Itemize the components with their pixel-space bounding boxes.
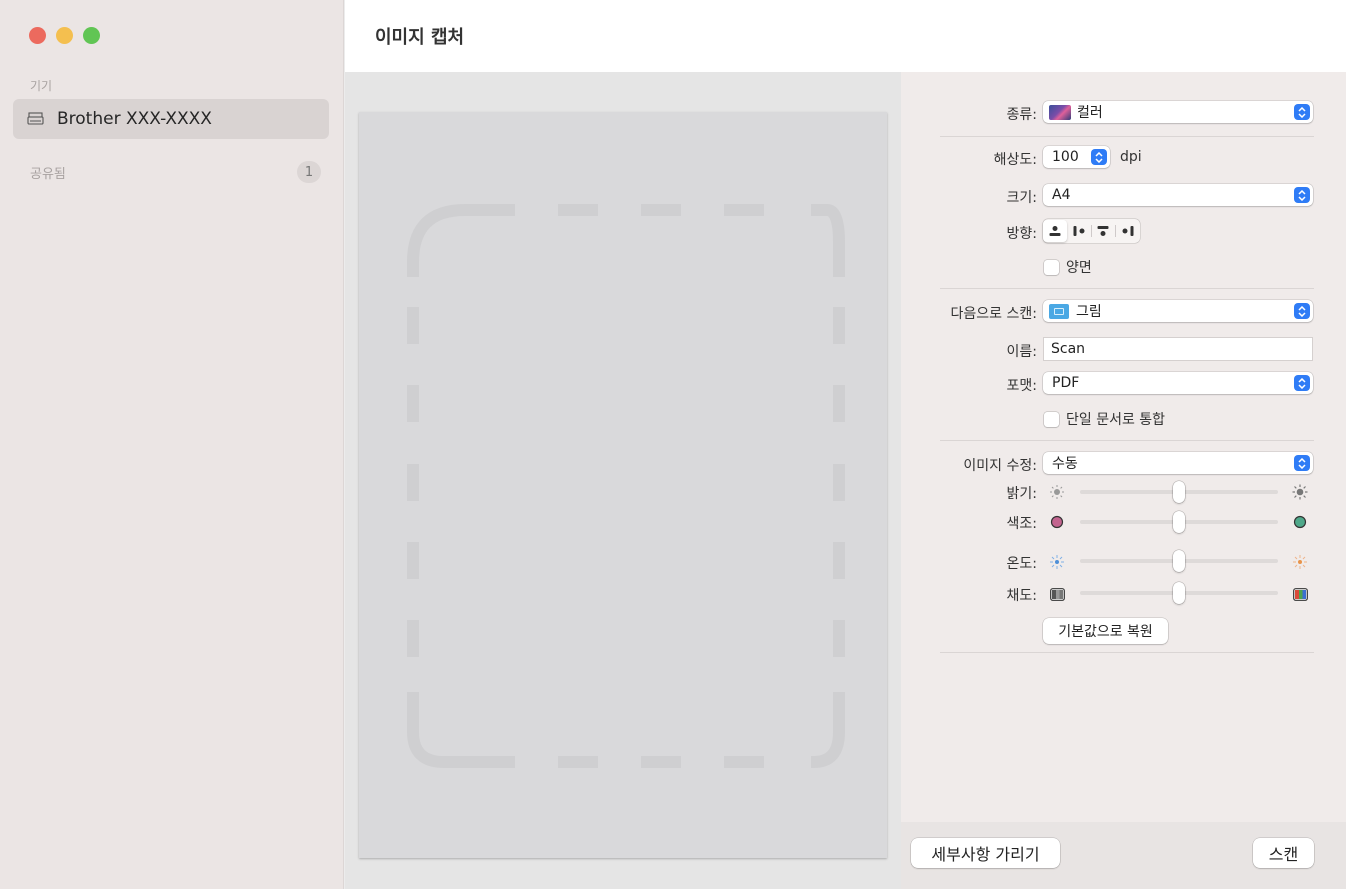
restore-defaults-button[interactable]: 기본값으로 복원 (1043, 618, 1168, 644)
size-popup[interactable]: A4 (1043, 184, 1313, 206)
saturation-label: 채도: (1006, 588, 1037, 604)
hide-details-button[interactable]: 세부사항 가리기 (911, 838, 1060, 868)
shared-count-badge: 1 (297, 161, 321, 183)
temperature-label: 온도: (1006, 556, 1037, 572)
kind-popup[interactable]: 컬러 (1043, 101, 1313, 123)
resolution-value: 100 (1052, 149, 1079, 165)
orientation-left-icon[interactable] (1116, 220, 1140, 242)
name-label: 이름: (1006, 344, 1037, 360)
format-label: 포맷: (1006, 378, 1037, 394)
orientation-label: 방향: (1006, 226, 1037, 242)
brightness-high-icon (1292, 484, 1308, 500)
title-bar: 이미지 캡처 (345, 0, 1346, 72)
scan-region-placeholder-icon (407, 204, 845, 768)
devices-header: 기기 (30, 79, 53, 93)
brightness-label: 밝기: (1006, 486, 1037, 502)
device-name: Brother XXX-XXXX (57, 109, 212, 129)
temperature-slider[interactable] (1080, 550, 1278, 572)
sidebar: 기기 Brother XXX-XXXX 공유됨 1 (0, 0, 344, 889)
minimize-button[interactable] (56, 27, 73, 44)
scan-preview-page[interactable] (359, 112, 887, 858)
resolution-unit: dpi (1120, 149, 1142, 165)
duplex-label: 양면 (1066, 260, 1092, 276)
kind-label: 종류: (1006, 107, 1037, 123)
orientation-down-icon[interactable] (1091, 220, 1115, 242)
orientation-upright-icon[interactable] (1043, 220, 1067, 242)
resolution-popup[interactable]: 100 (1043, 146, 1110, 168)
tint-magenta-icon (1049, 514, 1065, 530)
zoom-button[interactable] (83, 27, 100, 44)
brightness-low-icon (1049, 484, 1065, 500)
temperature-warm-icon (1292, 554, 1308, 570)
scan-to-label: 다음으로 스캔: (950, 306, 1037, 322)
checkbox-box[interactable] (1044, 259, 1059, 275)
slider-knob[interactable] (1173, 582, 1185, 604)
image-correction-value: 수동 (1052, 456, 1078, 472)
scan-to-value: 그림 (1076, 304, 1102, 320)
saturation-low-icon (1049, 586, 1065, 602)
sidebar-item-device[interactable]: Brother XXX-XXXX (13, 99, 329, 139)
divider (940, 136, 1314, 137)
close-button[interactable] (29, 27, 46, 44)
pictures-folder-icon (1049, 303, 1069, 319)
shared-header: 공유됨 (30, 167, 66, 182)
popup-chevron-icon (1294, 455, 1310, 471)
divider (940, 440, 1314, 441)
scan-to-popup[interactable]: 그림 (1043, 300, 1313, 322)
preview-area (345, 72, 901, 889)
saturation-high-icon (1292, 586, 1308, 602)
slider-knob[interactable] (1173, 550, 1185, 572)
saturation-slider[interactable] (1080, 582, 1278, 604)
format-popup[interactable]: PDF (1043, 372, 1313, 394)
orientation-control[interactable] (1043, 219, 1140, 243)
format-value: PDF (1052, 375, 1080, 391)
combine-label: 단일 문서로 통합 (1066, 412, 1166, 428)
resolution-label: 해상도: (993, 152, 1037, 168)
brightness-slider[interactable] (1080, 481, 1278, 503)
temperature-cool-icon (1049, 554, 1065, 570)
checkbox-box[interactable] (1044, 411, 1059, 427)
window-controls (29, 27, 100, 44)
scanner-icon (27, 112, 45, 126)
slider-knob[interactable] (1173, 511, 1185, 533)
kind-value: 컬러 (1077, 105, 1103, 121)
tint-label: 색조: (1006, 516, 1037, 532)
name-field[interactable]: Scan (1043, 337, 1313, 361)
slider-knob[interactable] (1173, 481, 1185, 503)
window-title: 이미지 캡처 (375, 27, 465, 48)
divider (940, 652, 1314, 653)
popup-chevron-icon (1294, 104, 1310, 120)
combine-checkbox[interactable]: 단일 문서로 통합 (1044, 409, 1165, 429)
divider (940, 288, 1314, 289)
image-correction-popup[interactable]: 수동 (1043, 452, 1313, 474)
popup-chevron-icon (1294, 375, 1310, 391)
popup-chevron-icon (1294, 303, 1310, 319)
tint-slider[interactable] (1080, 511, 1278, 533)
orientation-right-icon[interactable] (1067, 220, 1091, 242)
scan-button[interactable]: 스캔 (1253, 838, 1314, 868)
popup-chevron-icon (1091, 149, 1107, 165)
color-photo-icon (1049, 104, 1071, 120)
image-correction-label: 이미지 수정: (963, 458, 1037, 474)
size-value: A4 (1052, 187, 1071, 203)
tint-green-icon (1292, 514, 1308, 530)
duplex-checkbox[interactable]: 양면 (1044, 257, 1092, 277)
size-label: 크기: (1006, 190, 1037, 206)
popup-chevron-icon (1294, 187, 1310, 203)
